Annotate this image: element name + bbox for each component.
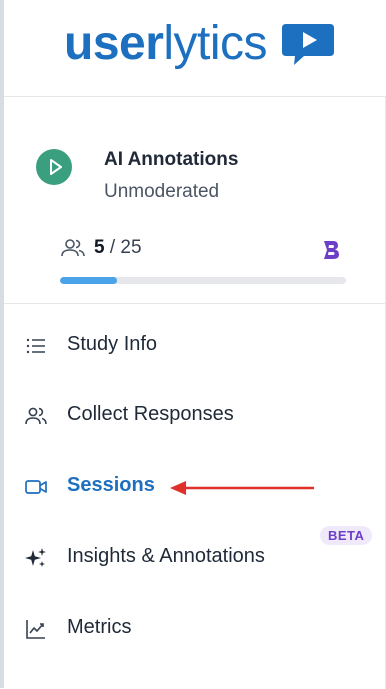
sidebar-item-label: Collect Responses [67,403,234,425]
sidebar-item-label: Study Info [67,333,158,355]
sidebar-item-study-info[interactable]: Study Info [4,316,385,376]
annotation-arrow [170,481,314,495]
participants-icon [61,239,85,257]
sidebar: AI Annotations Unmoderated 5 / 25 Study … [4,96,386,689]
logo-text-light: lytics [163,17,268,70]
logo-text-bold: user [64,17,164,70]
participants-progress-bar [60,277,346,284]
study-card[interactable]: AI Annotations Unmoderated 5 / 25 [4,97,385,304]
userlytics-logo[interactable]: userlytics [64,14,268,74]
participants-progress-fill [60,277,118,284]
study-type: Unmoderated [104,181,220,202]
sidebar-item-label: Insights & Annotations [67,545,265,567]
play-bubble-icon [282,24,334,65]
sidebar-item-metrics[interactable]: Metrics [4,599,385,659]
logo-area: userlytics [4,0,386,96]
video-camera-icon [25,480,47,494]
participants-total: 25 [120,237,142,258]
study-title: AI Annotations [104,149,239,170]
list-icon [26,338,45,354]
sidebar-item-collect-responses[interactable]: Collect Responses [4,386,385,446]
participants-separator: / [104,237,121,258]
sidebar-item-label: Sessions [67,474,155,496]
sparkles-icon [25,548,46,567]
users-icon [25,407,47,425]
beta-badge: BETA [320,526,373,545]
sidebar-item-insights-annotations[interactable]: Insights & Annotations BETA [4,526,385,588]
study-avatar [36,149,72,185]
participants-done: 5 [94,237,105,258]
chart-line-icon [26,620,45,639]
play-icon [50,159,62,175]
participants-count: 5 / 25 [94,237,142,259]
sidebar-item-label: Metrics [67,616,132,638]
brand-b-icon [324,241,339,259]
